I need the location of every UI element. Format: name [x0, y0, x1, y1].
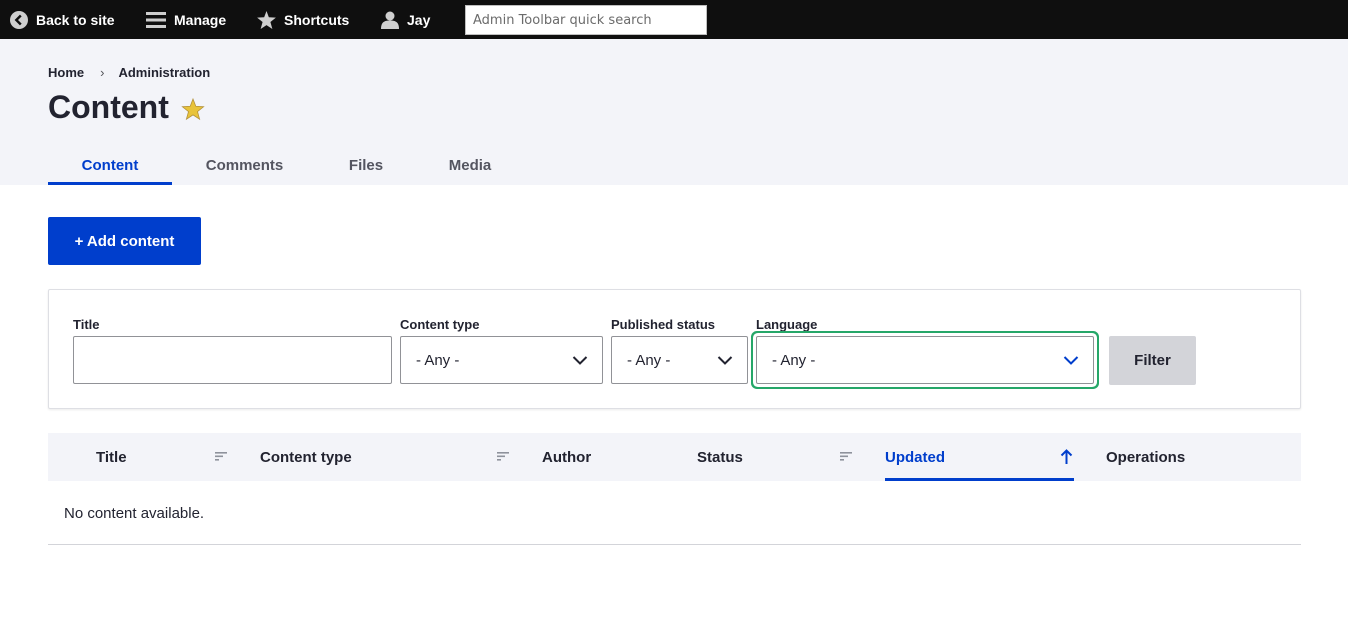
column-updated[interactable]: Updated	[885, 433, 945, 481]
breadcrumb-administration-link[interactable]: Administration	[118, 65, 210, 80]
sort-icon[interactable]	[497, 451, 510, 461]
empty-table-message: No content available.	[64, 505, 205, 522]
user-name: Jay	[407, 11, 431, 28]
user-menu-button[interactable]: Jay	[381, 0, 430, 39]
toolbar-search-input[interactable]	[465, 5, 707, 35]
title-filter-input[interactable]	[73, 336, 392, 384]
published-status-select[interactable]: - Any -	[611, 336, 748, 384]
shortcut-star-icon[interactable]	[181, 97, 205, 121]
tab-content-label: Content	[81, 156, 139, 174]
chevron-down-icon	[717, 356, 733, 365]
column-content-type-label: Content type	[260, 448, 352, 466]
sort-ascending-arrow-icon[interactable]	[1060, 449, 1073, 465]
star-icon	[257, 10, 276, 29]
tab-content[interactable]: Content	[48, 145, 172, 185]
column-operations-label: Operations	[1106, 448, 1186, 466]
column-status[interactable]: Status	[697, 433, 743, 481]
tab-files-label: Files	[348, 156, 384, 174]
column-title[interactable]: Title	[96, 433, 127, 481]
filter-button[interactable]: Filter	[1109, 336, 1196, 385]
chevron-down-icon	[572, 356, 588, 365]
add-content-button[interactable]: + Add content	[48, 217, 201, 265]
tab-comments[interactable]: Comments	[180, 145, 309, 185]
page-header: Home › Administration Content Content Co…	[0, 39, 1348, 185]
published-status-filter-label: Published status	[611, 317, 716, 332]
breadcrumb: Home › Administration	[48, 65, 210, 80]
tab-comments-label: Comments	[205, 156, 284, 174]
column-title-label: Title	[96, 448, 127, 466]
language-filter-label: Language	[756, 317, 818, 332]
back-arrow-icon	[10, 10, 28, 29]
page-title: Content	[48, 89, 205, 126]
breadcrumb-home-link[interactable]: Home	[48, 65, 84, 80]
column-content-type[interactable]: Content type	[260, 433, 352, 481]
content-table-header: Title Content type Author Status Updated…	[48, 433, 1301, 481]
manage-menu-button[interactable]: Manage	[146, 0, 226, 39]
back-to-site-link[interactable]: Back to site	[10, 0, 115, 39]
chevron-down-icon	[1063, 356, 1079, 365]
tab-files[interactable]: Files	[328, 145, 404, 185]
shortcuts-label: Shortcuts	[284, 11, 350, 28]
sort-icon[interactable]	[840, 451, 853, 461]
admin-toolbar: Back to site Manage Shortcuts Jay	[0, 0, 1348, 39]
column-updated-label: Updated	[885, 448, 945, 466]
user-icon	[381, 11, 399, 29]
active-sort-underline	[885, 478, 1074, 481]
hamburger-icon	[146, 11, 166, 28]
page-title-text: Content	[48, 89, 169, 125]
column-status-label: Status	[697, 448, 743, 466]
column-author: Author	[542, 433, 591, 481]
back-to-site-label: Back to site	[36, 11, 115, 28]
published-status-select-value: - Any -	[627, 351, 671, 369]
language-select-value: - Any -	[772, 351, 816, 369]
content-type-select[interactable]: - Any -	[400, 336, 603, 384]
content-type-filter-label: Content type	[400, 317, 480, 332]
breadcrumb-separator: ›	[100, 65, 105, 80]
table-bottom-divider	[48, 544, 1301, 545]
tab-media-label: Media	[448, 156, 492, 174]
manage-label: Manage	[174, 11, 227, 28]
tab-media[interactable]: Media	[428, 145, 512, 185]
shortcuts-menu-button[interactable]: Shortcuts	[257, 0, 349, 39]
filter-panel: Title Content type - Any - Published sta…	[48, 289, 1301, 409]
language-select[interactable]: - Any -	[756, 336, 1094, 384]
column-author-label: Author	[542, 448, 592, 466]
sort-icon[interactable]	[215, 451, 228, 461]
content-type-select-value: - Any -	[416, 351, 460, 369]
title-filter-label: Title	[73, 317, 100, 332]
column-operations: Operations	[1106, 433, 1185, 481]
